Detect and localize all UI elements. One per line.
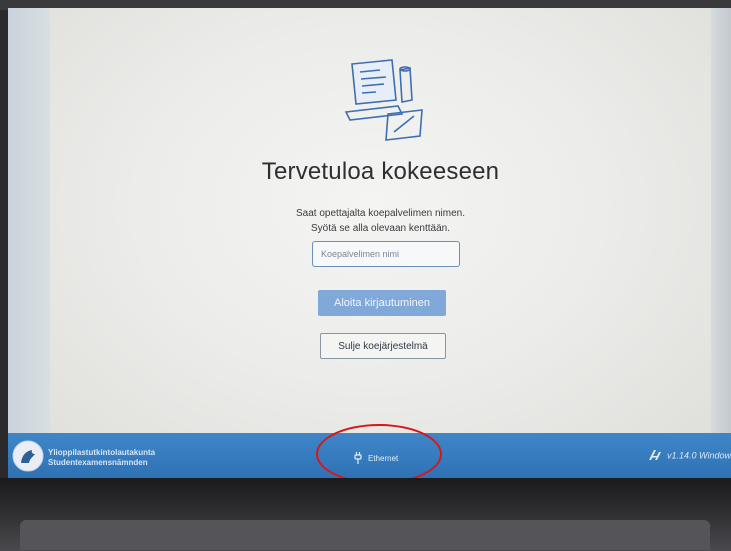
- page-title: Tervetuloa kokeeseen: [261, 158, 500, 185]
- exam-server-name-input[interactable]: [312, 241, 460, 267]
- instruction-line-1: Saat opettajalta koepalvelimen nimen.: [296, 208, 465, 219]
- instruction-line-2: Syötä se alla olevaan kenttään.: [311, 223, 450, 234]
- abitti-logo-icon: [649, 450, 662, 462]
- laptop-and-pen-illustration-icon: [340, 56, 430, 151]
- laptop-hinge: [20, 520, 710, 550]
- red-annotation-circle: [316, 424, 442, 484]
- monitor-bezel-bottom: [0, 478, 731, 551]
- version-info: v1.14.0 Window: [649, 450, 731, 462]
- left-margin-panel: [8, 8, 50, 433]
- org-name-finnish: Ylioppilastutkintolautakunta: [48, 448, 156, 457]
- instruction-text: Saat opettajalta koepalvelimen nimen. Sy…: [50, 206, 711, 236]
- shutdown-exam-system-button[interactable]: Sulje koejärjestelmä: [320, 333, 446, 359]
- org-name-swedish: Studentexamensnämnden: [48, 458, 148, 467]
- matriculation-board-logo-icon: [12, 439, 44, 478]
- exam-screen: Tervetuloa kokeeseen Saat opettajalta ko…: [8, 8, 731, 478]
- right-margin-panel: [711, 8, 731, 433]
- welcome-panel: Tervetuloa kokeeseen Saat opettajalta ko…: [50, 8, 711, 433]
- version-label: v1.14.0 Window: [667, 450, 731, 461]
- start-login-button[interactable]: Aloita kirjautuminen: [318, 290, 446, 316]
- organization-names: Ylioppilastutkintolautakunta Studentexam…: [48, 448, 155, 468]
